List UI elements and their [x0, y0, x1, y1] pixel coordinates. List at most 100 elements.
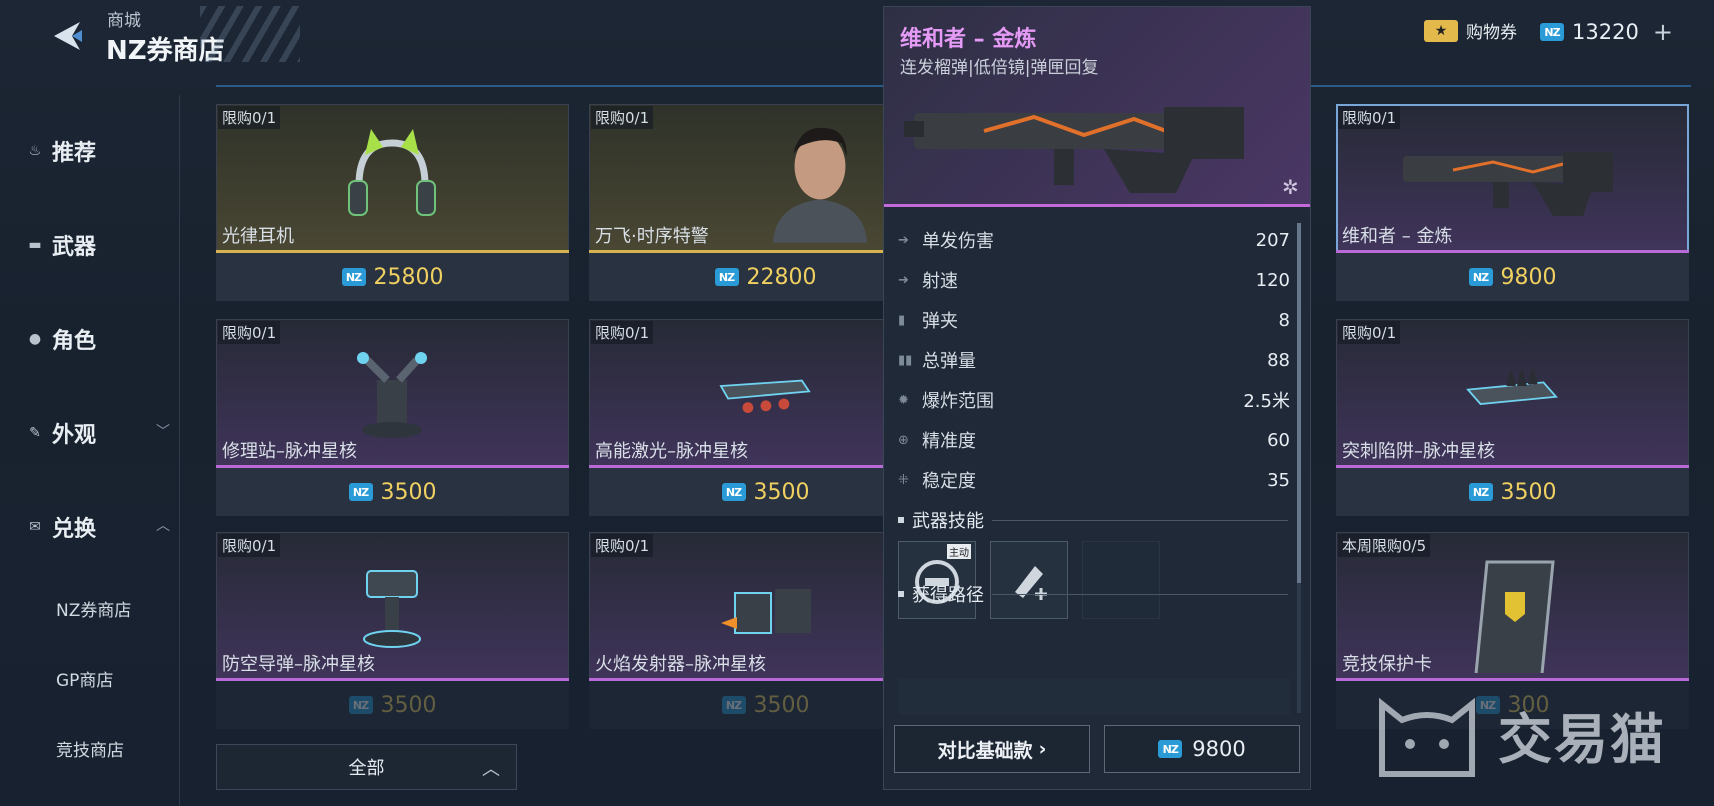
stat-label: 射速: [922, 271, 958, 292]
breadcrumb: 商城: [107, 11, 141, 31]
character-portrait-icon: [772, 127, 868, 243]
purchase-limit-tag: 限购0/1: [218, 106, 281, 129]
chevron-up-icon[interactable]: ︿: [156, 515, 170, 535]
back-button[interactable]: [40, 12, 96, 60]
section-bullet: [898, 591, 904, 597]
stat-row-blast-radius: ✹ 爆炸范围 2.5米: [898, 383, 1290, 417]
category-filter-dropdown[interactable]: 全部 ︿: [216, 744, 517, 790]
item-name: 万飞·时序特警: [595, 226, 709, 247]
nz-coin-icon: NZ: [721, 696, 746, 714]
header-decoration: [200, 6, 300, 62]
ammo-icon: ▮▮: [898, 352, 913, 368]
sidebar-item-weapons[interactable]: ▬ 武器: [26, 229, 96, 261]
stat-row-total-ammo: ▮▮ 总弹量 88: [898, 343, 1290, 377]
section-title: 获得路径: [912, 585, 984, 606]
sidebar-item-appearance[interactable]: ✎ 外观: [26, 417, 96, 449]
nz-coin-icon: NZ: [714, 268, 739, 286]
item-price: 3500: [1500, 479, 1557, 505]
section-divider: [992, 519, 1288, 521]
active-skill-badge: 主动: [947, 544, 971, 559]
fire-rate-icon: ➜: [898, 272, 909, 288]
watermark: 交易猫: [1372, 684, 1666, 784]
aa-missile-icon: [363, 570, 421, 648]
stat-row-magazine: ▮ 弹夹 8: [898, 303, 1290, 337]
item-name: 高能激光–脉冲星核: [595, 441, 748, 462]
item-price: 3500: [753, 479, 810, 505]
sidebar-item-label: 兑换: [52, 517, 97, 542]
compare-base-button[interactable]: 对比基础款 ›: [894, 725, 1090, 773]
grenade-launcher-icon: [1403, 152, 1613, 216]
back-arrow-icon: [54, 22, 82, 50]
stat-label: 弹夹: [922, 311, 958, 332]
sidebar-sub-gp-shop[interactable]: GP商店: [56, 666, 113, 691]
currency-balance: NZ 13220 +: [1540, 14, 1700, 50]
shop-card[interactable]: 限购0/1 光律耳机 NZ 25800: [216, 104, 569, 302]
sidebar-sub-competitive-shop[interactable]: 竞技商店: [56, 736, 124, 761]
stat-row-accuracy: ⊕ 精准度 60: [898, 423, 1290, 457]
stability-icon: ⁜: [898, 472, 909, 488]
nz-coin-icon: NZ: [1158, 740, 1183, 758]
magazine-icon: ▮: [898, 312, 906, 328]
nz-coin-icon: NZ: [1540, 23, 1564, 41]
stat-label: 爆炸范围: [922, 391, 994, 412]
voucher-button[interactable]: ★ 购物券: [1424, 18, 1517, 43]
source-route-row[interactable]: [898, 679, 1290, 715]
scrollbar-thumb[interactable]: [1297, 223, 1301, 583]
buy-button[interactable]: NZ 9800: [1104, 725, 1300, 773]
item-name: 竞技保护卡: [1342, 654, 1432, 675]
gun-icon: ▬: [28, 237, 42, 253]
item-price: 22800: [746, 264, 817, 290]
sidebar-sub-nz-shop[interactable]: NZ券商店: [56, 596, 131, 621]
section-divider: [992, 593, 1288, 595]
stat-value: 207: [1255, 229, 1290, 251]
skills-section-header: 武器技能: [898, 507, 1288, 533]
item-name: 维和者 – 金炼: [1342, 226, 1453, 247]
item-price: 3500: [753, 692, 810, 718]
shop-card[interactable]: 限购0/1 防空导弹–脉冲星核 NZ 3500: [216, 532, 569, 730]
skill-slot-passive[interactable]: [990, 541, 1068, 619]
nz-coin-icon: NZ: [1468, 268, 1493, 286]
stat-label: 总弹量: [922, 351, 976, 372]
filter-label: 全部: [348, 758, 385, 779]
sidebar-item-recommend[interactable]: ♨ 推荐: [26, 135, 96, 167]
person-icon: ●: [28, 331, 42, 347]
purchase-limit-tag: 限购0/1: [591, 534, 654, 557]
item-name: 火焰发射器–脉冲星核: [595, 654, 766, 675]
stat-row-fire-rate: ➜ 射速 120: [898, 263, 1290, 297]
shop-card[interactable]: 限购0/1 修理站–脉冲星核 NZ 3500: [216, 319, 569, 517]
add-currency-button[interactable]: +: [1653, 18, 1673, 46]
purchase-limit-tag: 本周限购0/5: [1338, 534, 1431, 557]
source-section-header: 获得路径: [898, 581, 1288, 607]
popup-rarity-bar: [884, 204, 1310, 207]
stat-value: 60: [1267, 429, 1290, 451]
nz-coin-icon: NZ: [1468, 483, 1493, 501]
popup-title: 维和者 – 金炼: [900, 27, 1037, 52]
item-price: 9800: [1500, 264, 1557, 290]
flamethrower-icon: [721, 589, 811, 634]
skill-slot-active[interactable]: 主动: [898, 541, 976, 619]
spike-trap-icon: [1466, 369, 1558, 405]
sidebar-item-label: 角色: [52, 329, 97, 354]
item-name: 突刺陷阱–脉冲星核: [1342, 441, 1495, 462]
chevron-down-icon[interactable]: ﹀: [156, 421, 170, 441]
stat-label: 精准度: [922, 431, 976, 452]
item-name: 光律耳机: [222, 226, 294, 247]
shop-card[interactable]: 限购0/1 维和者 – 金炼 NZ 9800: [1336, 104, 1689, 302]
stat-row-damage: ➔ 单发伤害 207: [898, 223, 1290, 257]
purchase-limit-tag: 限购0/1: [591, 106, 654, 129]
buy-price: 9800: [1192, 737, 1246, 761]
section-title: 武器技能: [912, 511, 984, 532]
nz-coin-icon: NZ: [341, 268, 366, 286]
stat-label: 单发伤害: [922, 231, 994, 252]
nz-coin-icon: NZ: [348, 483, 373, 501]
sidebar-item-label: 推荐: [52, 141, 97, 166]
sidebar-item-label: 外观: [52, 423, 97, 448]
purchase-limit-tag: 限购0/1: [218, 534, 281, 557]
shop-card[interactable]: 限购0/1 突刺陷阱–脉冲星核 NZ 3500: [1336, 319, 1689, 517]
sidebar-item-characters[interactable]: ● 角色: [26, 323, 96, 355]
popup-header: 维和者 – 金炼 连发榴弹|低倍镜|弹匣回复 ✲: [884, 7, 1310, 205]
chevron-up-icon: ︿: [482, 759, 500, 780]
sidebar-item-exchange[interactable]: ✉ 兑换: [26, 511, 96, 543]
price-band: NZ 25800: [216, 253, 569, 301]
headphones-icon: [348, 129, 436, 216]
